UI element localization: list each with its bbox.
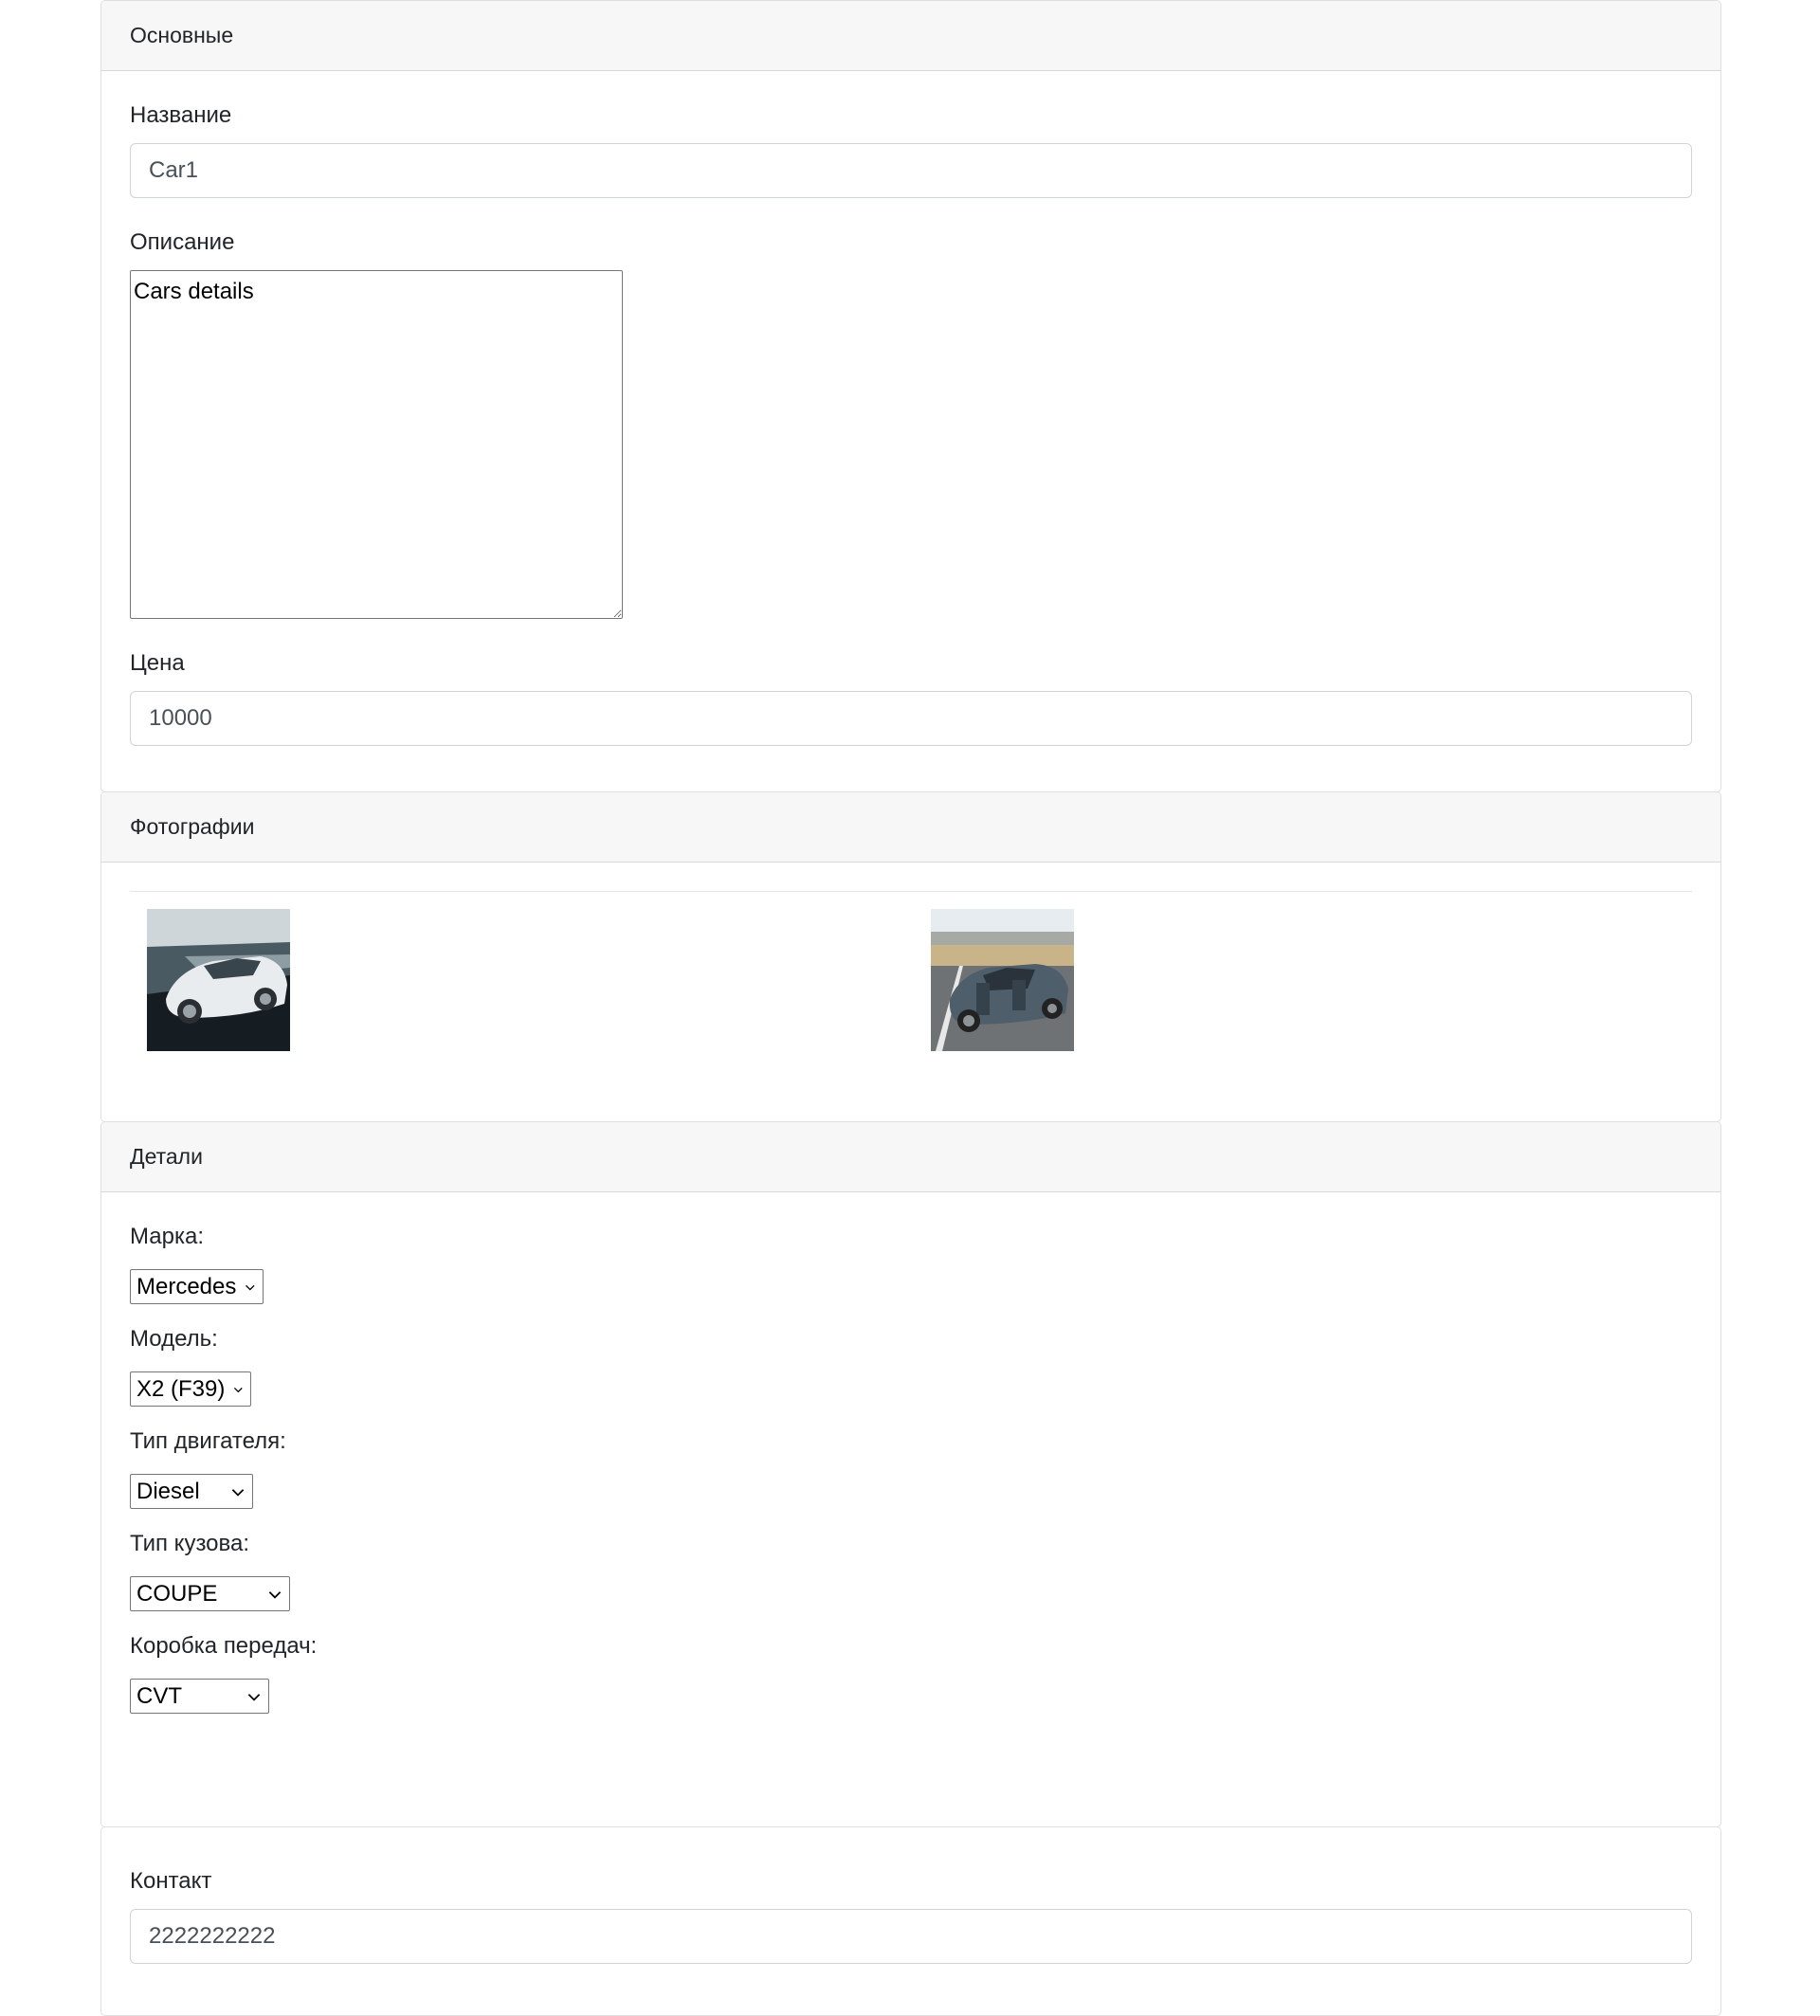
car-form: Основные Название Описание Cars details … [100,0,1721,2016]
photos-divider [130,891,1692,892]
details-section: Детали Марка: Mercedes Модель: X2 (F39) … [100,1121,1721,1827]
model-select[interactable]: X2 (F39) [130,1371,251,1407]
gearbox-select[interactable]: CVT [130,1679,269,1714]
photos-section: Фотографии [100,791,1721,1122]
gearbox-select-value: CVT [136,1682,182,1709]
body-select-value: COUPE [136,1580,218,1607]
chevron-down-icon [234,1387,244,1392]
gearbox-label: Коробка передач: [130,1633,318,1659]
car-photo-2[interactable] [931,909,1074,1051]
name-input[interactable] [130,143,1692,198]
photos-row [130,909,1692,1051]
price-input[interactable] [130,691,1692,746]
description-textarea[interactable]: Cars details [130,270,623,619]
details-section-header: Детали [101,1122,1720,1192]
brand-select[interactable]: Mercedes [130,1269,264,1304]
brand-select-value: Mercedes [136,1273,237,1299]
basic-section-header: Основные [101,1,1720,71]
model-select-value: X2 (F39) [136,1375,226,1402]
contact-label: Контакт [130,1868,212,1894]
engine-select[interactable]: Diesel [130,1474,253,1509]
chevron-down-icon [268,1590,282,1599]
model-label: Модель: [130,1326,218,1352]
price-label: Цена [130,650,185,676]
chevron-down-icon [247,1693,261,1701]
car-photo-1[interactable] [147,909,290,1051]
body-select[interactable]: COUPE [130,1576,290,1611]
brand-label: Марка: [130,1224,204,1249]
body-label: Тип кузова: [130,1531,250,1556]
chevron-down-icon [246,1284,255,1291]
name-label: Название [130,102,232,128]
description-label: Описание [130,229,235,255]
photos-section-header: Фотографии [101,792,1720,863]
engine-label: Тип двигателя: [130,1428,286,1454]
contact-input[interactable] [130,1909,1692,1964]
chevron-down-icon [231,1488,245,1497]
basic-section: Основные Название Описание Cars details … [100,0,1721,792]
contact-section: Контакт [100,1826,1721,2016]
engine-select-value: Diesel [136,1478,200,1504]
